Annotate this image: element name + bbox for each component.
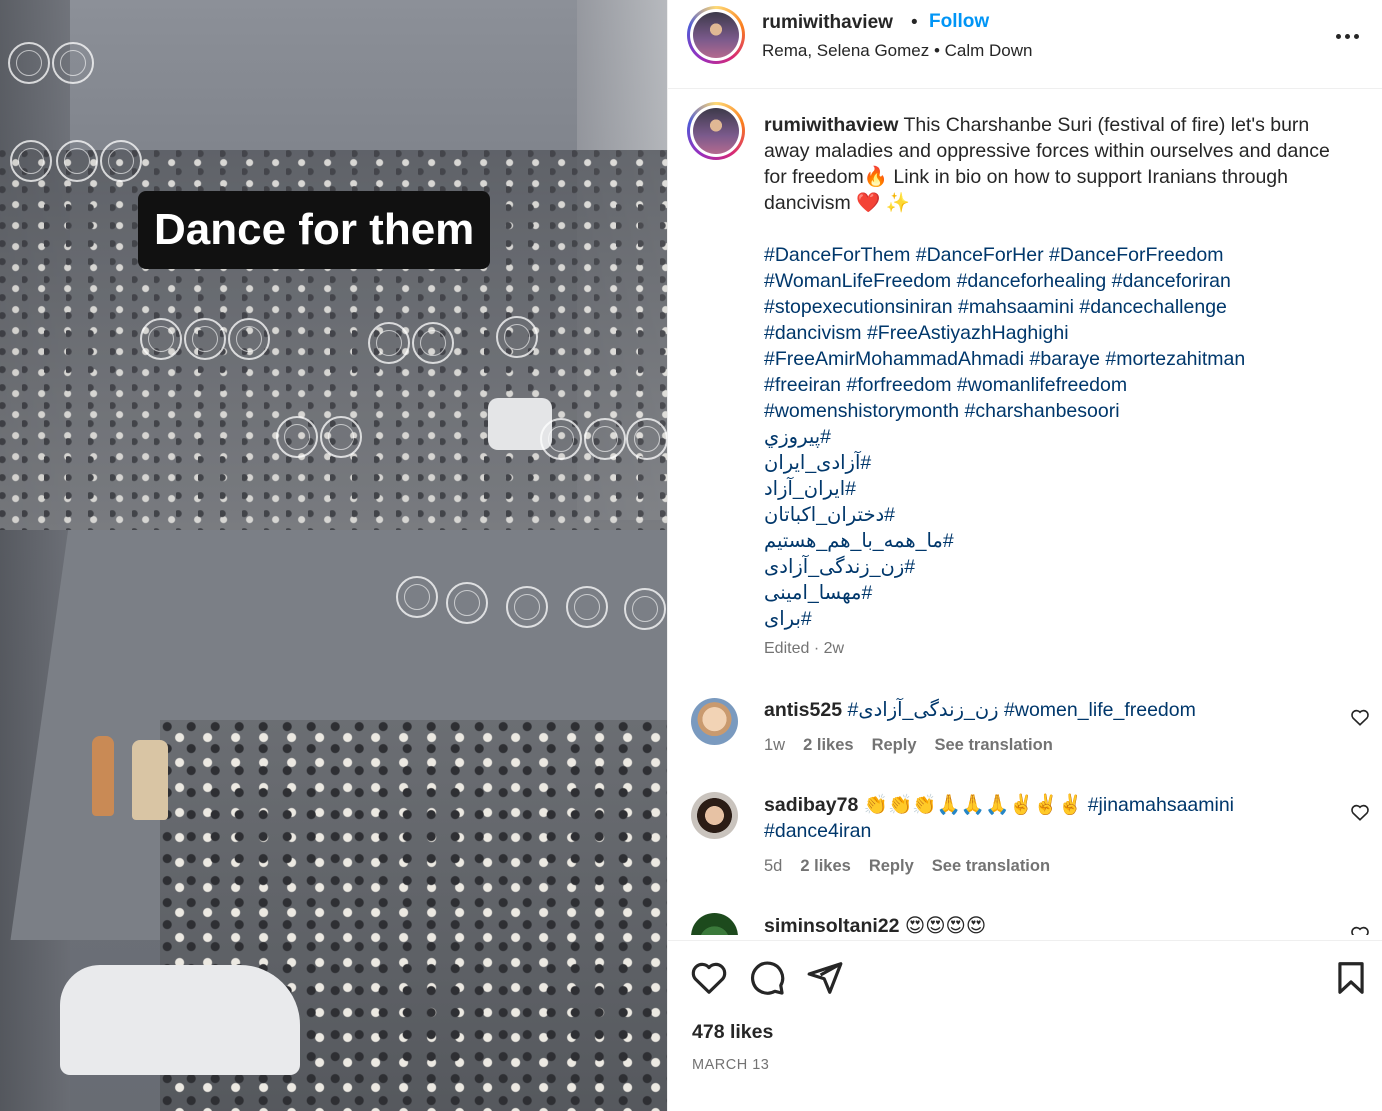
lamp-decoration — [368, 322, 410, 364]
author-username[interactable]: rumiwithaview — [762, 12, 893, 34]
persian-hashtag[interactable]: #دختران_اکباتان — [764, 502, 1344, 528]
post-details-panel: rumiwithaview • Follow Rema, Selena Gome… — [667, 0, 1382, 1111]
persian-hashtag[interactable]: #آزادی_ایران — [764, 450, 1344, 476]
reply-button[interactable]: Reply — [872, 736, 917, 755]
more-options-icon[interactable] — [1336, 26, 1364, 46]
like-count[interactable]: 478 likes — [692, 1021, 773, 1044]
lamp-decoration — [10, 140, 52, 182]
share-paper-plane-icon[interactable] — [806, 959, 844, 997]
follow-button[interactable]: Follow — [929, 11, 989, 33]
persian-hashtag[interactable]: #پیروزي — [764, 424, 1344, 450]
commenter-avatar[interactable] — [691, 913, 738, 935]
commenter-username[interactable]: sadibay78 — [764, 794, 858, 816]
commenter-username[interactable]: antis525 — [764, 699, 842, 721]
comment-text: antis525 #زن_زندگی_آزادی #women_life_fre… — [764, 697, 1324, 723]
persian-hashtag[interactable]: #برای — [764, 606, 1344, 632]
post-video[interactable]: Dance for them — [0, 0, 667, 1111]
like-heart-icon[interactable] — [690, 959, 728, 997]
like-comment-icon[interactable] — [1350, 803, 1370, 821]
caption-hashtags[interactable]: #DanceForThem #DanceForHer #DanceForFree… — [764, 244, 1245, 422]
persian-hashtag[interactable]: #ایران_آزاد — [764, 476, 1344, 502]
post-caption: rumiwithaview This Charshanbe Suri (fest… — [764, 112, 1344, 632]
comment-bubble-icon[interactable] — [748, 959, 786, 997]
lamp-decoration — [320, 416, 362, 458]
post-actions: 478 likes MARCH 13 — [668, 940, 1382, 1111]
post-header: rumiwithaview • Follow Rema, Selena Gome… — [668, 0, 1382, 89]
commenter-username[interactable]: siminsoltani22 — [764, 915, 899, 935]
persian-hashtag[interactable]: #ما_همه_با_هم_هستیم — [764, 528, 1344, 554]
reply-button[interactable]: Reply — [869, 857, 914, 876]
person — [132, 740, 168, 820]
lamp-decoration — [100, 140, 142, 182]
lamp-decoration — [412, 322, 454, 364]
see-translation-button[interactable]: See translation — [935, 736, 1053, 755]
comment-time[interactable]: 1w — [764, 736, 785, 755]
lamp-decoration — [446, 582, 488, 624]
lamp-decoration — [506, 586, 548, 628]
lamp-decoration — [626, 418, 667, 460]
lamp-decoration — [540, 418, 582, 460]
commenter-avatar[interactable] — [691, 698, 738, 745]
see-translation-button[interactable]: See translation — [932, 857, 1050, 876]
lamp-decoration — [8, 42, 50, 84]
comment-body: 😍😍😍😍 — [904, 915, 987, 935]
save-bookmark-icon[interactable] — [1332, 959, 1370, 997]
comment-meta: 5d 2 likes Reply See translation — [764, 857, 1050, 876]
person — [92, 736, 114, 816]
caption-author-avatar[interactable] — [687, 102, 745, 160]
lamp-decoration — [228, 318, 270, 360]
comments-scroll-area[interactable]: rumiwithaview This Charshanbe Suri (fest… — [668, 90, 1382, 935]
lamp-decoration — [56, 140, 98, 182]
comment-likes[interactable]: 2 likes — [803, 736, 853, 755]
persian-hashtag[interactable]: #مهسا_امینی — [764, 580, 1344, 606]
like-comment-icon[interactable] — [1350, 925, 1370, 935]
audio-attribution[interactable]: Rema, Selena Gomez • Calm Down — [762, 41, 1033, 61]
comment-emojis: 👏👏👏🙏🙏🙏✌️✌️✌️ — [863, 794, 1083, 816]
comment-text: siminsoltani22 😍😍😍😍 — [764, 913, 1324, 935]
video-text-overlay: Dance for them — [138, 191, 491, 269]
comment-text: sadibay78 👏👏👏🙏🙏🙏✌️✌️✌️ #jinamahsaamini #… — [764, 792, 1324, 844]
caption-meta: Edited · 2w — [764, 640, 845, 657]
lamp-decoration — [52, 42, 94, 84]
persian-hashtag[interactable]: #زن_زندگی_آزادی — [764, 554, 1344, 580]
lamp-decoration — [184, 318, 226, 360]
lamp-decoration — [496, 316, 538, 358]
author-avatar[interactable] — [687, 6, 745, 64]
separator-dot: • — [911, 12, 918, 33]
comment-time[interactable]: 5d — [764, 857, 782, 876]
comment-body[interactable]: #زن_زندگی_آزادی #women_life_freedom — [847, 699, 1195, 721]
lamp-decoration — [276, 416, 318, 458]
lamp-decoration — [624, 588, 666, 630]
comment-meta: 1w 2 likes Reply See translation — [764, 736, 1053, 755]
commenter-avatar[interactable] — [691, 792, 738, 839]
post-date[interactable]: MARCH 13 — [692, 1057, 769, 1073]
comment-likes[interactable]: 2 likes — [800, 857, 850, 876]
lamp-decoration — [396, 576, 438, 618]
lamp-decoration — [566, 586, 608, 628]
like-comment-icon[interactable] — [1350, 708, 1370, 726]
caption-username[interactable]: rumiwithaview — [764, 114, 898, 136]
car — [60, 965, 300, 1075]
lamp-decoration — [140, 318, 182, 360]
lamp-decoration — [584, 418, 626, 460]
